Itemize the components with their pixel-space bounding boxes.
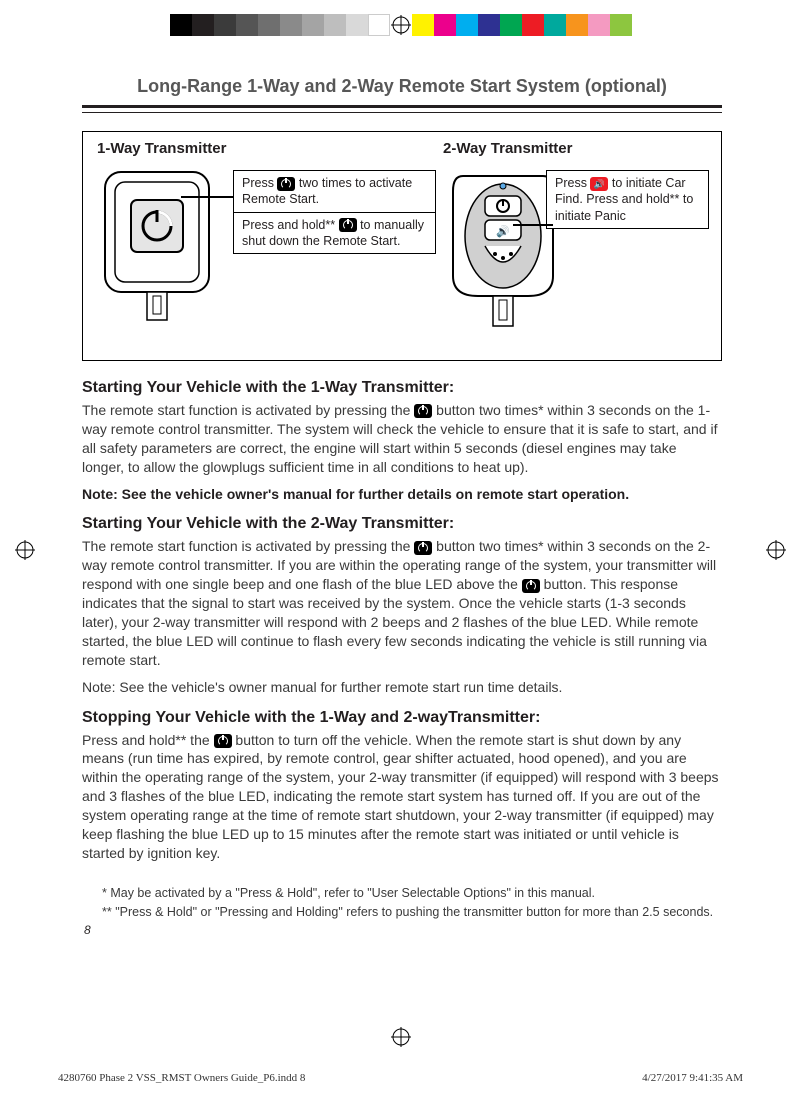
one-way-transmitter-icon bbox=[97, 166, 217, 326]
body-text: Press and hold** the bbox=[82, 732, 214, 748]
callout-text: Press bbox=[555, 176, 590, 190]
section-heading: Starting Your Vehicle with the 2-Way Tra… bbox=[82, 515, 722, 533]
note-text: Note: See the vehicle owner's manual for… bbox=[82, 485, 722, 504]
swatch bbox=[434, 14, 456, 36]
swatch bbox=[588, 14, 610, 36]
callout-text: Press bbox=[242, 176, 277, 190]
swatch bbox=[522, 14, 544, 36]
remote-start-icon bbox=[339, 218, 357, 232]
section-heading: Stopping Your Vehicle with the 1-Way and… bbox=[82, 709, 722, 727]
body-paragraph: Press and hold** the button to turn off … bbox=[82, 731, 722, 863]
swatch bbox=[346, 14, 368, 36]
swatch bbox=[412, 14, 434, 36]
body-text: button to turn off the vehicle. When the… bbox=[82, 732, 719, 861]
remote-start-icon bbox=[414, 541, 432, 555]
page-number: 8 bbox=[82, 923, 722, 937]
swatch bbox=[566, 14, 588, 36]
swatch bbox=[302, 14, 324, 36]
registration-mark-icon bbox=[390, 14, 412, 36]
footnote: ** "Press & Hold" or "Pressing and Holdi… bbox=[102, 904, 722, 921]
panic-icon bbox=[590, 177, 608, 191]
footer-timestamp: 4/27/2017 9:41:35 AM bbox=[642, 1072, 743, 1084]
callout-car-find-panic: Press to initiate Car Find. Press and ho… bbox=[546, 170, 709, 229]
two-way-label: 2-Way Transmitter bbox=[443, 140, 573, 157]
leader-line bbox=[181, 196, 233, 198]
page-content: Long-Range 1-Way and 2-Way Remote Start … bbox=[82, 76, 722, 937]
transmitter-diagram: 1-Way Transmitter 2-Way Transmitter 🔊 bbox=[82, 131, 722, 361]
body-text: The remote start function is activated b… bbox=[82, 538, 414, 554]
footnotes: * May be activated by a "Press & Hold", … bbox=[82, 885, 722, 921]
swatch bbox=[236, 14, 258, 36]
section-heading: Starting Your Vehicle with the 1-Way Tra… bbox=[82, 379, 722, 397]
registration-mark-icon bbox=[765, 539, 787, 561]
swatch bbox=[214, 14, 236, 36]
swatch bbox=[456, 14, 478, 36]
leader-line bbox=[513, 224, 553, 226]
callout-text: Press and hold** bbox=[242, 218, 339, 232]
two-way-transmitter-icon: 🔊 bbox=[443, 166, 563, 331]
remote-start-icon bbox=[214, 734, 232, 748]
note-text: Note: See the vehicle's owner manual for… bbox=[82, 678, 722, 697]
remote-start-icon bbox=[277, 177, 295, 191]
swatch bbox=[324, 14, 346, 36]
footer-filename: 4280760 Phase 2 VSS_RMST Owners Guide_P6… bbox=[58, 1072, 305, 1084]
footnote: * May be activated by a "Press & Hold", … bbox=[102, 885, 722, 902]
print-color-bar bbox=[170, 14, 632, 36]
registration-mark-icon bbox=[14, 539, 36, 561]
registration-mark-icon bbox=[390, 1026, 412, 1048]
swatch bbox=[192, 14, 214, 36]
one-way-label: 1-Way Transmitter bbox=[97, 140, 227, 157]
title-rule bbox=[82, 105, 722, 113]
swatch bbox=[170, 14, 192, 36]
swatch bbox=[500, 14, 522, 36]
body-text: The remote start function is activated b… bbox=[82, 402, 414, 418]
swatch bbox=[544, 14, 566, 36]
print-footer: 4280760 Phase 2 VSS_RMST Owners Guide_P6… bbox=[58, 1072, 743, 1084]
swatch bbox=[368, 14, 390, 36]
swatch bbox=[280, 14, 302, 36]
swatch bbox=[610, 14, 632, 36]
page-title: Long-Range 1-Way and 2-Way Remote Start … bbox=[82, 76, 722, 97]
swatch bbox=[258, 14, 280, 36]
svg-text:🔊: 🔊 bbox=[496, 224, 510, 238]
swatch bbox=[478, 14, 500, 36]
remote-start-icon bbox=[522, 579, 540, 593]
body-paragraph: The remote start function is activated b… bbox=[82, 401, 722, 477]
body-paragraph: The remote start function is activated b… bbox=[82, 537, 722, 669]
callout-remote-start: Press two times to activate Remote Start… bbox=[233, 170, 436, 254]
remote-start-icon bbox=[414, 404, 432, 418]
